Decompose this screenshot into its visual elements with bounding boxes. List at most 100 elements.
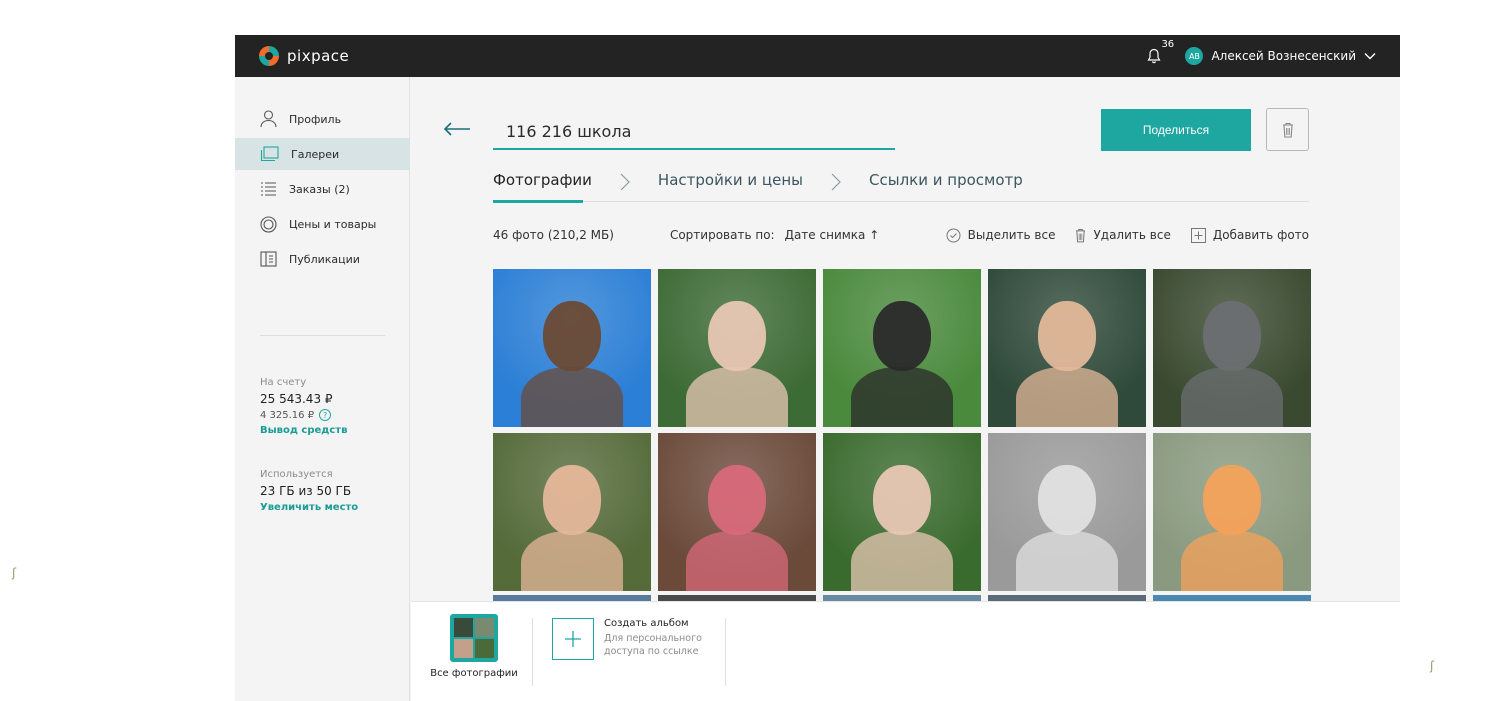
photo-thumbnail[interactable] bbox=[658, 433, 816, 591]
photo-thumbnail[interactable] bbox=[1153, 433, 1311, 591]
user-icon bbox=[260, 110, 277, 128]
gallery-icon bbox=[260, 146, 279, 162]
select-all-label: Выделить все bbox=[967, 228, 1056, 242]
notifications-button[interactable]: 36 bbox=[1145, 39, 1174, 66]
chevron-right-icon bbox=[831, 173, 841, 191]
album-label: Все фотографии bbox=[430, 668, 518, 679]
photo-thumbnail[interactable] bbox=[823, 433, 981, 591]
bell-icon bbox=[1147, 48, 1161, 64]
sidebar: Профиль Галереи Заказы (2) Цены и товары… bbox=[235, 77, 410, 701]
trash-icon bbox=[1282, 122, 1293, 138]
photo-subject bbox=[873, 465, 931, 535]
storage-label: Используется bbox=[260, 469, 333, 480]
increase-storage-link[interactable]: Увеличить место bbox=[260, 502, 358, 513]
sort-value: Дате снимка ↑ bbox=[784, 228, 880, 242]
album-divider bbox=[532, 618, 533, 686]
pixpace-logo-icon bbox=[259, 46, 279, 66]
photo-subject bbox=[543, 301, 601, 371]
sidebar-item-prices[interactable]: Цены и товары bbox=[235, 208, 410, 240]
sidebar-item-publications[interactable]: Публикации bbox=[235, 243, 410, 275]
decorative-mark: ʃ bbox=[12, 566, 17, 580]
step-tabs: Фотографии Настройки и цены Ссылки и про… bbox=[493, 171, 1309, 203]
photo-thumbnail[interactable] bbox=[658, 269, 816, 427]
photo-subject-body bbox=[1016, 367, 1118, 427]
withdraw-link[interactable]: Вывод средств bbox=[260, 425, 347, 436]
sidebar-item-galleries[interactable]: Галереи bbox=[235, 138, 410, 170]
photo-subject-body bbox=[851, 367, 953, 427]
tab-settings[interactable]: Настройки и цены bbox=[658, 171, 803, 202]
photo-thumbnail[interactable] bbox=[493, 269, 651, 427]
photo-grid bbox=[493, 269, 1311, 591]
photo-count: 46 фото (210,2 МБ) bbox=[493, 228, 614, 242]
album-thumbnail bbox=[450, 614, 498, 662]
storage-amount: 23 ГБ из 50 ГБ bbox=[260, 484, 352, 498]
avatar: AB bbox=[1185, 47, 1204, 65]
balance-amount: 25 543.43 ₽ bbox=[260, 392, 333, 406]
delete-gallery-button[interactable] bbox=[1266, 108, 1309, 151]
sidebar-item-orders[interactable]: Заказы (2) bbox=[235, 173, 410, 205]
chevron-down-icon bbox=[1364, 53, 1376, 60]
app-window: pixpace 36 AB Алексей Вознесенский Профи… bbox=[235, 35, 1400, 701]
photo-thumbnail[interactable] bbox=[493, 433, 651, 591]
arrow-left-icon bbox=[443, 122, 470, 136]
photo-subject bbox=[708, 301, 766, 371]
photo-subject bbox=[708, 465, 766, 535]
decorative-mark: ʃ bbox=[1430, 659, 1435, 673]
share-button[interactable]: Поделиться bbox=[1101, 109, 1251, 151]
sidebar-item-label: Цены и товары bbox=[289, 217, 377, 231]
sort-label: Сортировать по: bbox=[669, 228, 775, 242]
photo-subject bbox=[873, 301, 931, 371]
back-button[interactable] bbox=[443, 121, 471, 140]
sidebar-item-profile[interactable]: Профиль bbox=[235, 103, 410, 135]
top-bar: pixpace 36 AB Алексей Вознесенский bbox=[235, 35, 1400, 77]
check-circle-icon bbox=[946, 228, 961, 242]
photo-subject-body bbox=[851, 531, 953, 591]
balance-pending: 4 325.16 ₽ bbox=[260, 409, 315, 421]
photo-subject-body bbox=[1181, 367, 1283, 427]
sort-control[interactable]: Сортировать по: Дате снимка ↑ bbox=[670, 228, 879, 242]
photo-subject bbox=[543, 465, 601, 535]
create-album-subtitle: Для персонального доступа по ссылке bbox=[604, 633, 702, 657]
album-all-photos[interactable]: Все фотографии bbox=[429, 614, 519, 679]
delete-all-button[interactable]: Удалить все bbox=[1075, 228, 1171, 243]
chevron-right-icon bbox=[620, 173, 630, 191]
publication-icon bbox=[260, 251, 277, 267]
photo-thumbnail[interactable] bbox=[988, 433, 1146, 591]
notifications-count: 36 bbox=[1161, 39, 1175, 50]
photo-subject-body bbox=[521, 367, 623, 427]
delete-all-label: Удалить все bbox=[1093, 228, 1171, 242]
photo-subject-body bbox=[1181, 531, 1283, 591]
user-menu[interactable]: AB Алексей Вознесенский bbox=[1185, 47, 1376, 65]
photo-thumbnail[interactable] bbox=[988, 269, 1146, 427]
trash-icon bbox=[1076, 228, 1086, 242]
sidebar-item-label: Публикации bbox=[289, 252, 360, 266]
photo-subject-body bbox=[686, 367, 788, 427]
tab-photos[interactable]: Фотографии bbox=[493, 171, 592, 203]
tab-links[interactable]: Ссылки и просмотр bbox=[869, 171, 1023, 202]
album-bar: Все фотографии Создать альбом Для персон… bbox=[411, 601, 1400, 701]
photo-subject-body bbox=[1016, 531, 1118, 591]
circle-icon bbox=[260, 215, 277, 233]
plus-square-icon bbox=[1190, 227, 1206, 243]
user-name: Алексей Вознесенский bbox=[1211, 49, 1356, 63]
help-icon[interactable]: ? bbox=[319, 409, 332, 421]
plus-icon bbox=[552, 618, 594, 660]
select-all-button[interactable]: Выделить все bbox=[946, 228, 1056, 243]
photo-thumbnail[interactable] bbox=[823, 269, 981, 427]
photo-subject-body bbox=[521, 531, 623, 591]
album-divider bbox=[725, 618, 726, 686]
create-album-button[interactable]: Создать альбом Для персонального доступа… bbox=[552, 618, 714, 660]
gallery-title-field[interactable]: 116 216 школа bbox=[493, 115, 895, 150]
create-album-title: Создать альбом bbox=[604, 618, 689, 629]
logo[interactable]: pixpace bbox=[259, 46, 349, 66]
add-photo-button[interactable]: Добавить фото bbox=[1190, 227, 1309, 243]
photo-thumbnail[interactable] bbox=[1153, 269, 1311, 427]
balance-block: На счету 25 543.43 ₽ 4 325.16 ₽? Вывод с… bbox=[260, 377, 347, 436]
logo-text: pixpace bbox=[287, 47, 350, 65]
photo-subject bbox=[1038, 465, 1096, 535]
photos-toolbar: 46 фото (210,2 МБ) Сортировать по: Дате … bbox=[493, 225, 1309, 245]
storage-block: Используется 23 ГБ из 50 ГБ Увеличить ме… bbox=[260, 469, 358, 513]
photo-subject bbox=[1203, 301, 1261, 371]
sidebar-item-label: Профиль bbox=[289, 112, 342, 126]
photo-subject bbox=[1203, 465, 1261, 535]
